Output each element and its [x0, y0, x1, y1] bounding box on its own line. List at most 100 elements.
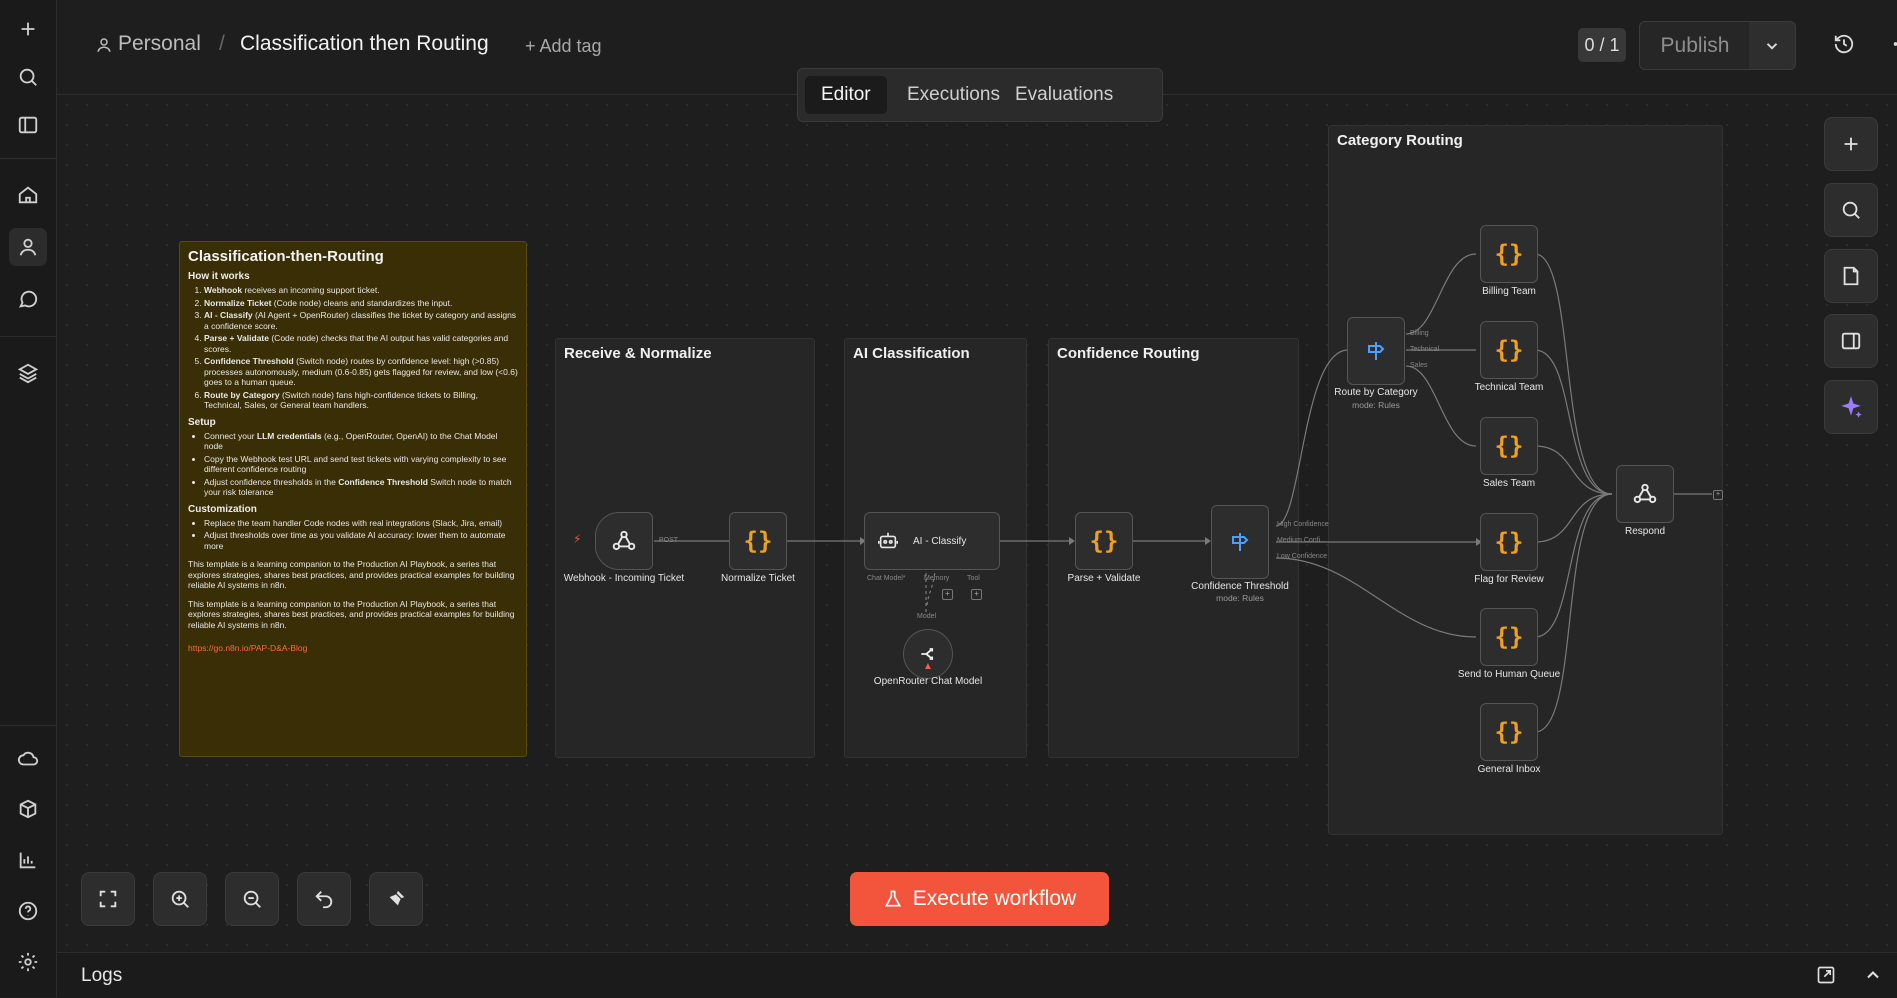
port-label: Chat Model*	[867, 575, 906, 582]
node-technical-team[interactable]: {}	[1480, 321, 1538, 379]
node-webhook[interactable]	[595, 512, 653, 570]
search-nodes-button[interactable]	[1824, 183, 1878, 237]
execute-label: Execute workflow	[912, 887, 1077, 910]
note-setup-item: Adjust confidence thresholds in the Conf…	[204, 477, 518, 498]
breadcrumb-separator: /	[219, 32, 225, 55]
code-braces-icon: {}	[1494, 432, 1524, 460]
zoom-out-icon	[243, 890, 261, 908]
chart-icon[interactable]	[9, 841, 47, 879]
tab-executions[interactable]: Executions	[891, 76, 1016, 114]
note-title: Classification-then-Routing	[188, 248, 384, 265]
publish-button[interactable]: Publish	[1639, 21, 1751, 70]
switch-signpost-icon	[1232, 533, 1249, 551]
execute-workflow-button[interactable]: Execute workflow	[850, 872, 1109, 926]
port-label: Tool	[967, 575, 980, 582]
chat-icon[interactable]	[9, 280, 47, 318]
left-sidebar	[0, 0, 57, 997]
ai-assistant-button[interactable]	[1824, 380, 1878, 434]
node-label: AI - Classify	[913, 535, 967, 547]
code-braces-icon: {}	[1494, 240, 1524, 268]
group-title: Category Routing	[1337, 132, 1463, 149]
code-braces-icon: {}	[743, 527, 773, 555]
toggle-panel-button[interactable]	[1824, 314, 1878, 368]
logs-label: Logs	[81, 965, 123, 986]
note-setup-item: Connect your LLM credentials (e.g., Open…	[204, 431, 518, 452]
more-options-icon[interactable]	[1891, 33, 1897, 60]
node-ai-classify[interactable]: AI - Classify	[864, 512, 1000, 570]
port-label: POST	[659, 537, 679, 544]
workflow-title[interactable]: Classification then Routing	[240, 32, 489, 56]
view-tabs: Editor Executions Evaluations	[797, 68, 1163, 122]
tab-editor[interactable]: Editor	[805, 76, 887, 114]
chevron-down-icon	[1766, 42, 1778, 50]
plus-icon[interactable]	[9, 10, 47, 48]
home-icon[interactable]	[9, 176, 47, 214]
publish-dropdown-button[interactable]	[1749, 21, 1796, 70]
node-send-to-human-queue[interactable]: {}	[1480, 608, 1538, 666]
help-icon[interactable]	[9, 892, 47, 930]
note-setup-heading: Setup	[188, 416, 216, 428]
undo-button[interactable]	[297, 872, 351, 926]
node-label: Route by Category	[1334, 387, 1418, 398]
note-link[interactable]: https://go.n8n.io/PAP-D&A-Blog	[188, 643, 307, 653]
port-label: Medium Confi...	[1277, 537, 1327, 544]
node-label: Confidence Threshold	[1191, 581, 1289, 592]
note-step: AI - Classify (AI Agent + OpenRouter) cl…	[204, 310, 518, 331]
note-paragraph: This template is a learning companion to…	[188, 559, 515, 590]
tidy-up-button[interactable]	[369, 872, 423, 926]
logs-bar[interactable]: Logs	[57, 952, 1897, 998]
add-node-icon[interactable]: +	[1713, 490, 1723, 500]
pop-out-icon[interactable]	[1816, 965, 1836, 990]
sticky-note-button[interactable]	[1824, 249, 1878, 303]
node-label: General Inbox	[1477, 764, 1541, 775]
node-respond[interactable]	[1616, 465, 1674, 523]
breadcrumb-project[interactable]: Personal	[118, 32, 201, 56]
node-label: Respond	[1624, 526, 1666, 537]
chevron-up-icon[interactable]	[1863, 965, 1883, 990]
add-tool-icon[interactable]: +	[971, 589, 982, 600]
node-label: Billing Team	[1482, 286, 1536, 297]
node-openrouter-chat-model[interactable]: ▲	[903, 629, 953, 679]
note-custom: Replace the team handler Code nodes with…	[188, 518, 518, 552]
port-label: Low Confidence	[1277, 553, 1328, 560]
node-normalize-ticket[interactable]: {}	[729, 512, 787, 570]
fit-view-button[interactable]	[81, 872, 135, 926]
user-icon[interactable]	[9, 228, 47, 266]
node-flag-for-review[interactable]: {}	[1480, 513, 1538, 571]
history-icon[interactable]	[1833, 33, 1855, 60]
webhook-icon	[1633, 483, 1657, 504]
node-parse-validate[interactable]: {}	[1075, 512, 1133, 570]
warning-icon: ▲	[923, 661, 933, 672]
node-general-inbox[interactable]: {}	[1480, 703, 1538, 761]
code-braces-icon: {}	[1494, 718, 1524, 746]
node-label: Webhook - Incoming Ticket	[563, 573, 685, 584]
note-paragraph: This template is a learning companion to…	[188, 598, 515, 630]
note-step: Normalize Ticket (Code node) cleans and …	[204, 298, 518, 309]
add-tag-button[interactable]: + Add tag	[525, 36, 602, 57]
workflow-canvas[interactable]: Classification-then-Routing How it works…	[57, 95, 1897, 952]
zoom-in-button[interactable]	[153, 872, 207, 926]
zoom-out-button[interactable]	[225, 872, 279, 926]
package-icon[interactable]	[9, 790, 47, 828]
note-custom-heading: Customization	[188, 503, 257, 515]
node-confidence-threshold[interactable]	[1211, 505, 1269, 579]
sticky-note[interactable]: Classification-then-Routing How it works…	[179, 241, 527, 757]
undo-icon	[315, 891, 333, 909]
code-braces-icon: {}	[1494, 623, 1524, 651]
add-memory-icon[interactable]: +	[942, 589, 953, 600]
note-step: Confidence Threshold (Switch node) route…	[204, 356, 518, 388]
node-billing-team[interactable]: {}	[1480, 225, 1538, 283]
search-icon	[1842, 201, 1860, 219]
flask-icon	[884, 890, 901, 907]
node-sales-team[interactable]: {}	[1480, 417, 1538, 475]
add-node-button[interactable]	[1824, 117, 1878, 171]
panel-icon[interactable]	[9, 106, 47, 144]
gear-icon[interactable]	[9, 943, 47, 981]
search-icon[interactable]	[9, 58, 47, 96]
node-route-by-category[interactable]	[1347, 317, 1405, 385]
layers-icon[interactable]	[9, 354, 47, 392]
cloud-icon[interactable]	[9, 740, 47, 778]
node-label: Flag for Review	[1474, 574, 1544, 585]
note-setup: Connect your LLM credentials (e.g., Open…	[188, 431, 518, 498]
tab-evaluations[interactable]: Evaluations	[999, 76, 1129, 114]
